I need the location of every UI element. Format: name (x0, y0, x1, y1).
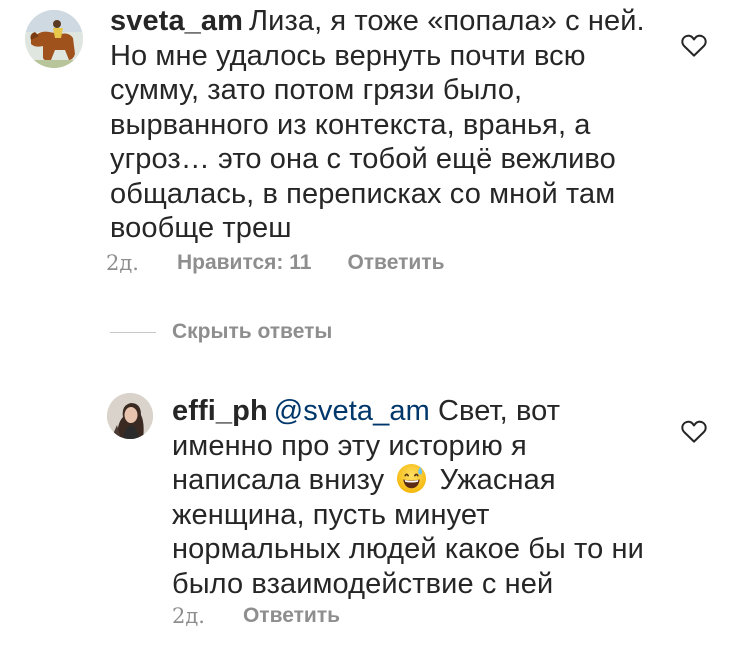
reply-button[interactable]: Ответить (243, 604, 340, 628)
comment-time: 2д. (106, 251, 139, 275)
likes-count-button[interactable]: Нравится: 11 (177, 251, 311, 275)
comment-line: было взаимодействие с ней (172, 567, 554, 600)
hide-replies-button[interactable]: Скрыть ответы (110, 320, 332, 344)
comment-line: Лиза, я тоже «попала» с ней. (249, 5, 645, 37)
comment-line: угроз… это она с тобой ещё вежливо (110, 143, 616, 175)
comment-line: общалась, в переписках со мной там (110, 177, 616, 210)
comment-line: Ужасная (439, 464, 556, 496)
comment-line: вырванного из контекста, вранья, а (110, 108, 591, 141)
comment-line: Но мне удалось вернуть почти всю (110, 39, 586, 72)
comment-line: именно про эту историю я (172, 429, 527, 462)
heart-outline-icon[interactable] (679, 30, 709, 60)
comment-meta: 2д. Ответить (172, 604, 376, 628)
comment-text: sveta_am Лиза, я тоже «попала» с ней. Но … (110, 4, 670, 246)
comment-meta: 2д. Нравится: 11 Ответить (106, 251, 480, 275)
comment-time: 2д. (172, 604, 205, 628)
comment-username[interactable]: effi_ph (172, 395, 268, 427)
comment-line: Свет, вот (438, 395, 561, 427)
horse-rider-avatar-icon (25, 10, 83, 68)
comment-username[interactable]: sveta_am (110, 5, 243, 37)
comment-line: написала внизу (172, 464, 385, 496)
avatar[interactable] (25, 10, 83, 68)
comment-line: нормальных людей какое бы то ни (172, 533, 644, 565)
comment-line: женщина, пусть минует (172, 498, 490, 531)
grinning-sweat-emoji-icon (396, 463, 427, 494)
hide-replies-label: Скрыть ответы (172, 320, 333, 343)
comment-line: сумму, зато потом грязи было, (110, 74, 523, 106)
woman-portrait-avatar-icon (107, 393, 153, 439)
divider-line (110, 331, 156, 333)
reply-button[interactable]: Ответить (347, 251, 444, 275)
comment-text: effi_ph @sveta_am Свет, вот именно про эт… (172, 394, 672, 601)
heart-outline-icon[interactable] (679, 416, 709, 446)
mention-link[interactable]: @sveta_am (274, 395, 430, 427)
avatar[interactable] (107, 393, 153, 439)
comment-line: вообще треш (110, 212, 292, 244)
